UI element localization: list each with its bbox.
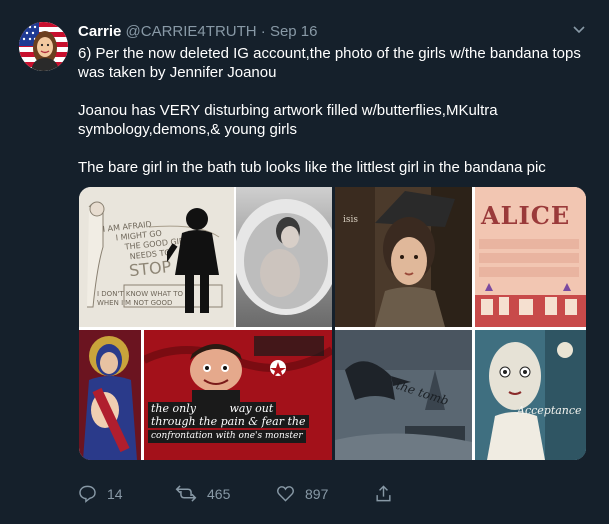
tweet: Carrie @CARRIE4TRUTH · Sep 16 6) Per the… (0, 0, 609, 524)
tweet-actions: 14 465 897 (78, 484, 518, 508)
author-handle[interactable]: @CARRIE4TRUTH (126, 23, 257, 40)
bathtub-photo (236, 187, 332, 327)
reply-icon (78, 484, 97, 503)
alice-title: ALICE (481, 201, 571, 230)
acceptance-text: Acceptance (517, 404, 582, 417)
share-button[interactable] (374, 484, 393, 503)
author-name[interactable]: Carrie (78, 23, 121, 40)
acceptance-artwork: Acceptance (475, 330, 586, 460)
portrait-painting: isis (335, 187, 472, 327)
tweet-paragraph: 6) Per the now deleted IG account,the ph… (78, 45, 581, 81)
retweet-button[interactable]: 465 (175, 484, 230, 503)
reply-button[interactable]: 14 (78, 484, 123, 503)
madonna-painting (79, 330, 141, 460)
retweet-count: 465 (207, 485, 231, 502)
avatar-flag-portrait (19, 22, 68, 71)
tweet-paragraph: Joanou has VERY disturbing artwork fille… (78, 102, 498, 138)
tweet-date[interactable]: Sep 16 (270, 23, 318, 40)
avatar[interactable] (19, 22, 68, 71)
alice-artwork: ALICE (475, 187, 586, 327)
media-image-right[interactable]: isis ALICE the tomb Acceptance (335, 187, 586, 460)
like-button[interactable]: 897 (276, 484, 328, 503)
banner-text: the only (151, 402, 196, 415)
banner-text: through the pain & fear the (148, 415, 309, 428)
poster-text: isis (343, 215, 358, 225)
sketch-artwork: I AM AFRAID I MIGHT GO THE GOOD GIRL NEE… (79, 187, 234, 327)
tweet-paragraph: The bare girl in the bath tub looks like… (78, 159, 546, 176)
chevron-down-icon[interactable] (570, 20, 588, 43)
tweet-text: 6) Per the now deleted IG account,the ph… (78, 44, 598, 177)
share-icon (374, 484, 393, 503)
crow-artwork: the tomb (335, 330, 472, 460)
header-separator: · (260, 23, 266, 40)
banner-text: confrontation with one's monster (148, 430, 306, 443)
banner-text: way out (229, 402, 274, 415)
like-icon (276, 484, 295, 503)
child-silhouette (167, 208, 219, 313)
media-image-left[interactable]: I AM AFRAID I MIGHT GO THE GOOD GIRL NEE… (79, 187, 332, 460)
retweet-icon (175, 484, 197, 503)
tweet-media[interactable]: I AM AFRAID I MIGHT GO THE GOOD GIRL NEE… (79, 187, 586, 460)
reply-count: 14 (107, 485, 123, 502)
tweet-header: Carrie @CARRIE4TRUTH · Sep 16 (78, 23, 318, 40)
like-count: 897 (305, 485, 329, 502)
ventriloquist-artwork: the only way out through the pain & fear… (144, 330, 332, 460)
